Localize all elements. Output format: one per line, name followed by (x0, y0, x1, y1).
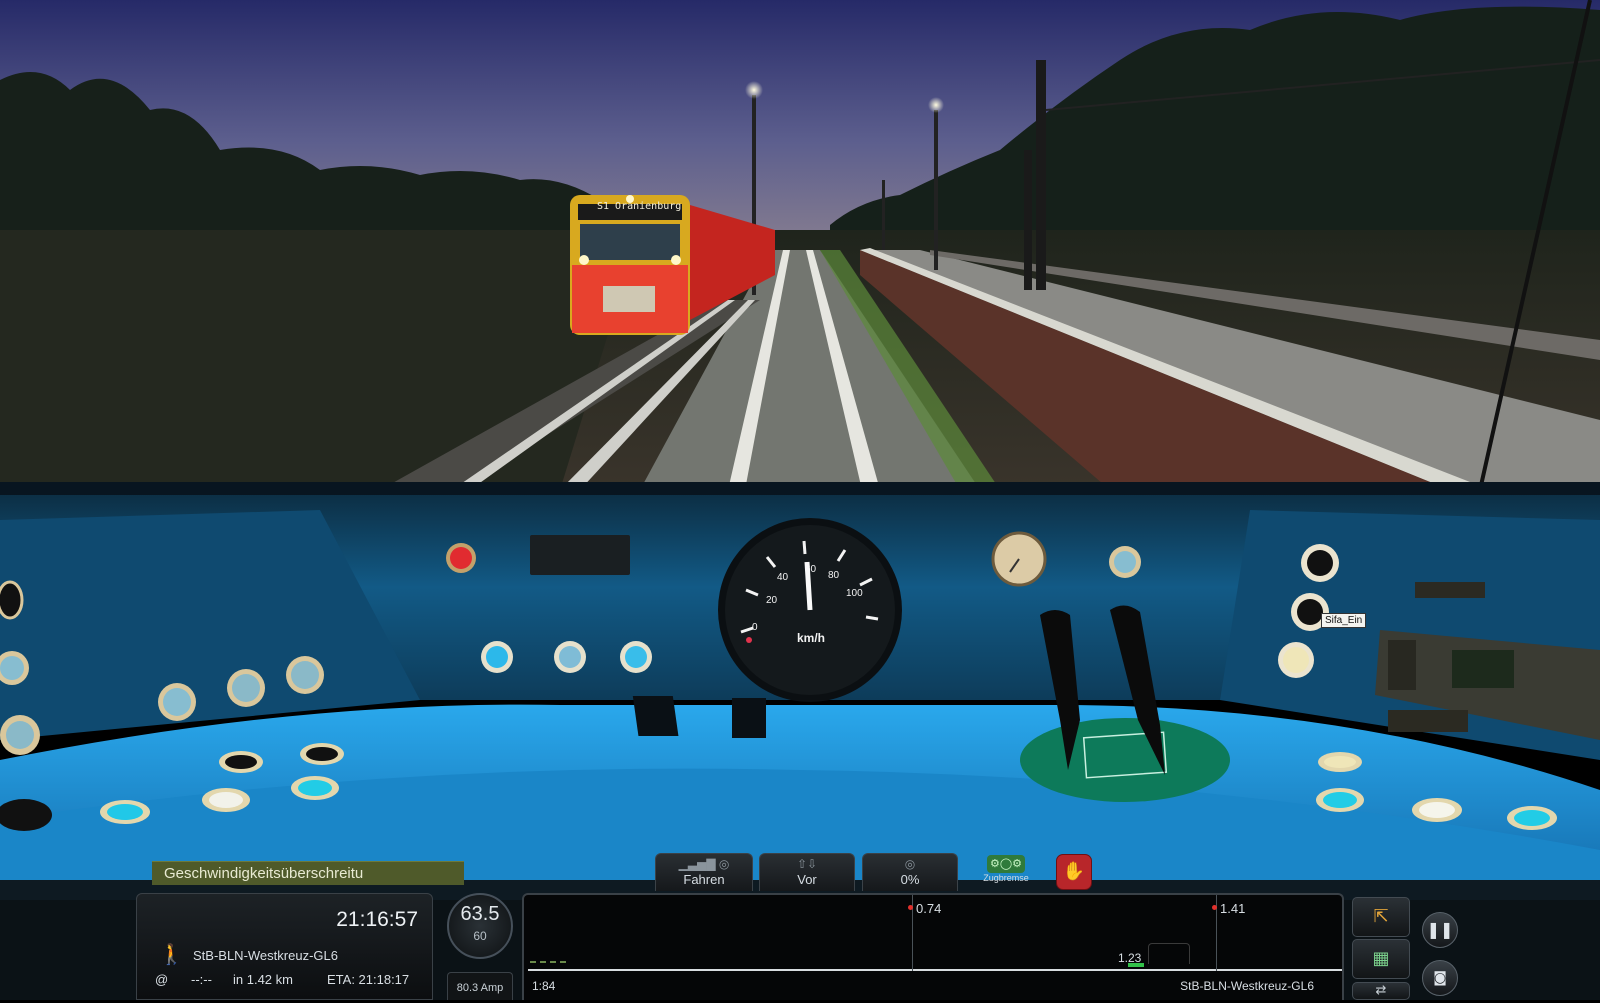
reverser-control-button[interactable]: ⇧⇩ Vor (759, 853, 855, 891)
emergency-brake-button[interactable]: ✋ (1056, 854, 1092, 890)
camera-icon: ◙ (1433, 970, 1447, 986)
train-destination-board: S1 Oranienburg (597, 201, 682, 212)
train-brake-label: Zugbremse (983, 873, 1029, 883)
pause-button[interactable]: ❚❚ (1422, 912, 1458, 948)
brake-dial-icon: ◎ (904, 857, 916, 871)
train-brake-indicator[interactable]: ⚙◯⚙ Zugbremse (976, 853, 1036, 891)
at-symbol: @ (155, 972, 169, 987)
cab-view-scene: 0 20 40 60 80 100 km/h (0, 0, 1600, 1000)
pressure-gauge (991, 531, 1047, 587)
track-route-label: StB-BLN-Westkreuz-GL6 (1180, 979, 1314, 993)
coupling-button[interactable]: ⇄ (1352, 982, 1410, 1000)
throttle-label: Fahren (683, 872, 725, 887)
speed-limit: 60 (473, 929, 487, 943)
coupling-icon: ⇄ (1375, 983, 1387, 998)
warning-message-bar: Geschwindigkeitsüberschreitu (152, 861, 464, 885)
throttle-control-button[interactable]: ▁▃▅▇ ◎ Fahren (655, 853, 753, 891)
train-brake-icon: ⚙◯⚙ (987, 855, 1025, 873)
reverser-label: Vor (797, 872, 817, 887)
speedometer-tick: 80 (828, 570, 840, 581)
next-stop-info-panel: 21:16:57 🚶 StB-BLN-Westkreuz-GL6 @ --:--… (136, 893, 433, 1000)
signal-distance: 1.41 (1220, 901, 1246, 916)
speedometer-tick: 100 (846, 588, 863, 599)
signal-icon (1212, 905, 1217, 910)
walking-person-icon: 🚶 (159, 944, 184, 966)
track-line (528, 969, 1342, 971)
speedometer-unit: km/h (797, 631, 825, 645)
signal-distance: 0.74 (916, 901, 942, 916)
map-up-button[interactable]: ⇱ (1352, 897, 1410, 937)
map-icon: ▦ (1372, 948, 1390, 969)
amperage-readout: 80.3 Amp (447, 972, 513, 1000)
current-speed: 63.5 (460, 903, 500, 925)
map-arrow-icon: ⇱ (1373, 906, 1389, 927)
pause-icon: ❚❚ (1426, 920, 1454, 939)
station-platform-marker (1128, 963, 1144, 967)
eta-time: ETA: 21:18:17 (327, 972, 410, 987)
direction-arrows-icon: ⇧⇩ (796, 857, 818, 871)
brake-label: 0% (900, 872, 920, 887)
signal-icon (908, 905, 913, 910)
speedometer-tick: 0 (752, 622, 758, 633)
next-stop-name: StB-BLN-Westkreuz-GL6 (193, 948, 338, 963)
brake-control-button[interactable]: ◎ 0% (862, 853, 958, 891)
controller-base (1020, 718, 1230, 802)
track-segment (530, 961, 566, 966)
speed-readout: 63.5 60 (447, 893, 513, 959)
speedometer-tick: 40 (777, 572, 789, 583)
arrival-time-placeholder: --:-- (191, 972, 212, 987)
sifa-tooltip: Sifa_Ein (1321, 613, 1367, 628)
station-icon (1148, 943, 1190, 964)
track-time-label: 1:84 (532, 979, 556, 993)
distance-to-stop: in 1.42 km (233, 972, 293, 987)
map-view-button[interactable]: ▦ (1352, 939, 1410, 979)
speedometer-tick: 20 (766, 595, 778, 606)
power-bars-icon: ▁▃▅▇ ◎ (678, 857, 730, 871)
camera-button[interactable]: ◙ (1422, 960, 1458, 996)
game-clock: 21:16:57 (336, 908, 418, 931)
track-monitor: 0.74 1.41 1.23 1:84 StB-BLN-Westkreuz-GL… (522, 893, 1344, 1000)
emergency-hand-icon: ✋ (1062, 861, 1086, 882)
speedometer-gauge: 0 20 40 60 80 100 km/h (718, 518, 902, 702)
